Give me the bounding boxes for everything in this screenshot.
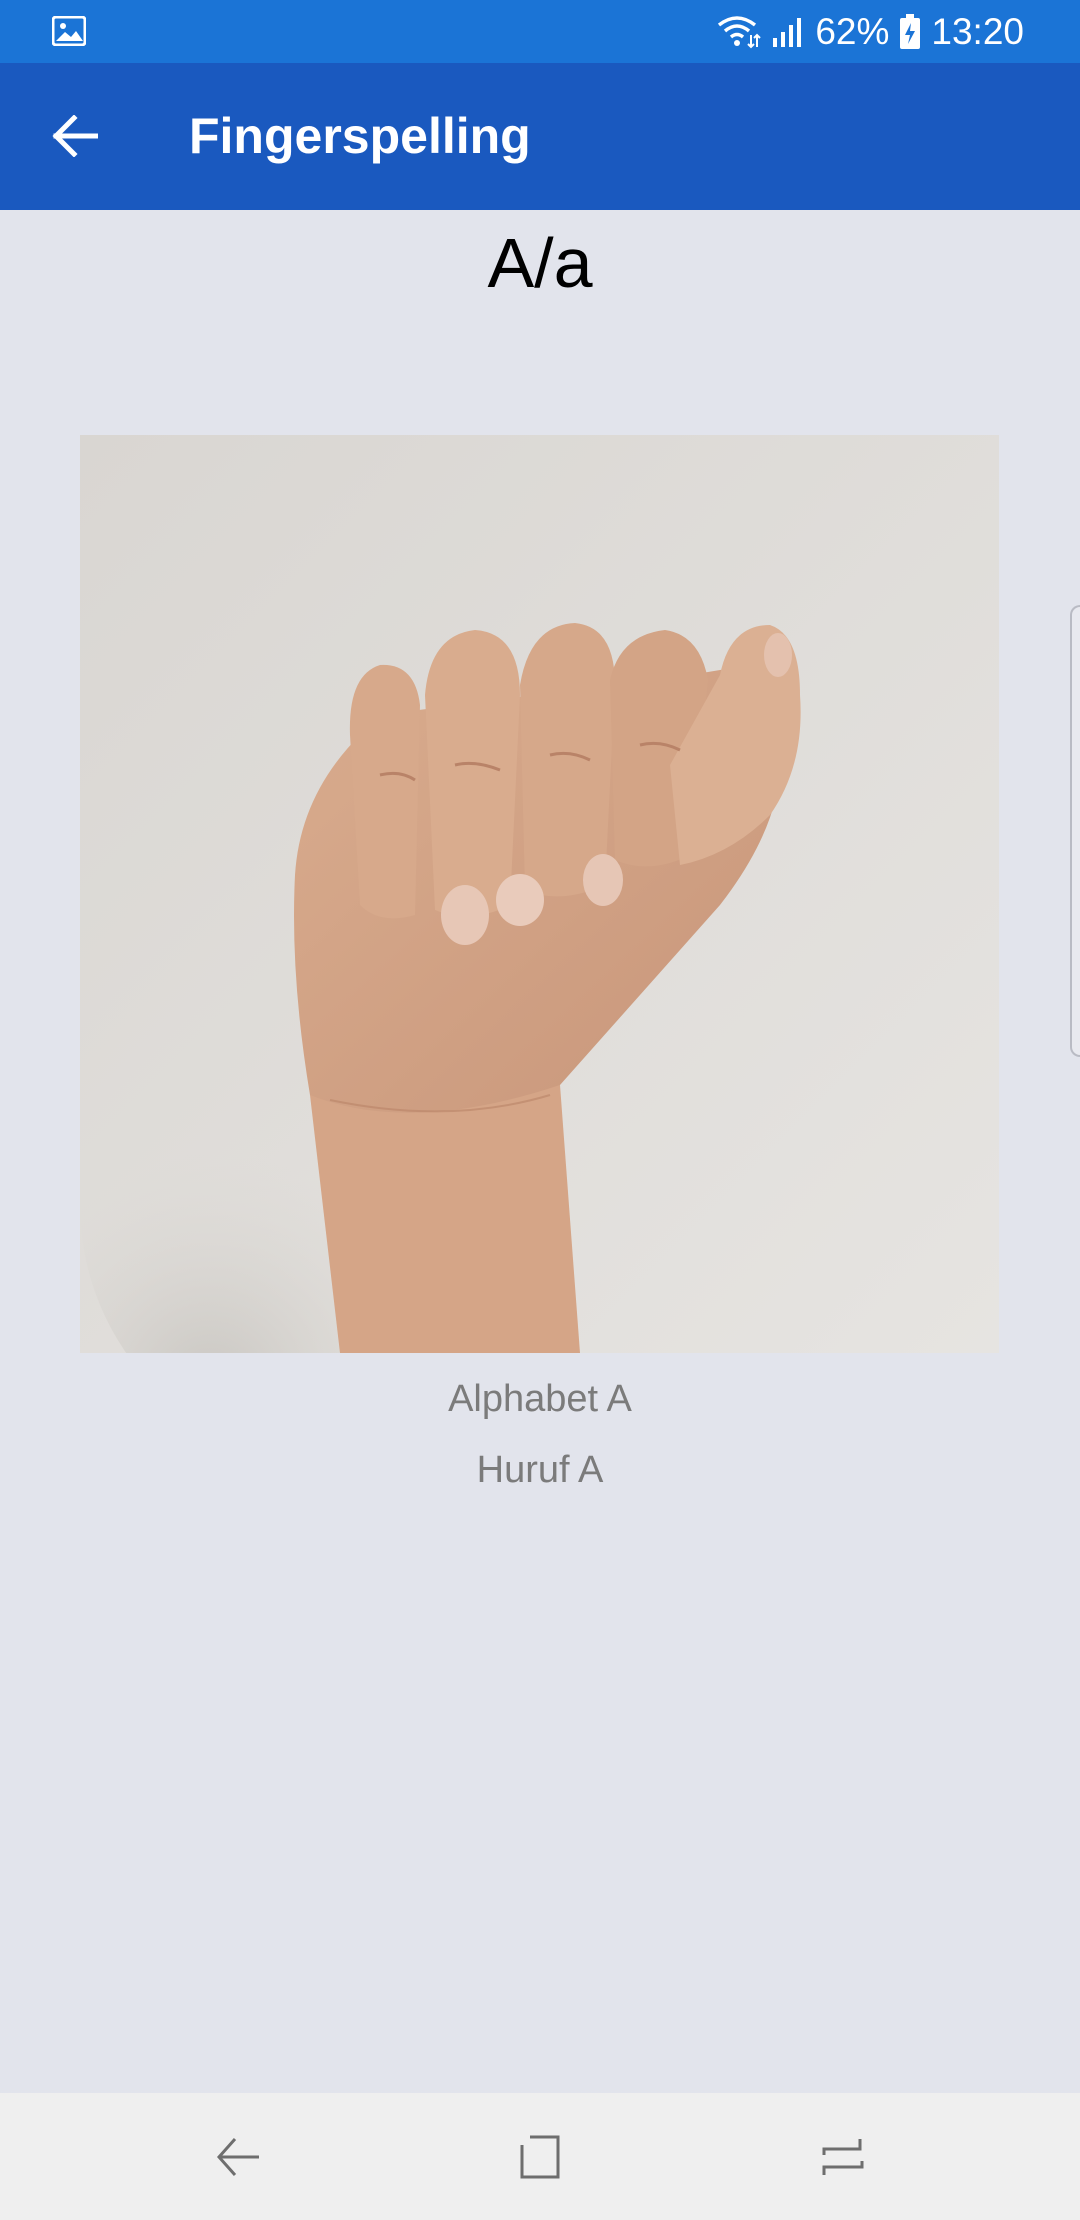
page-title: Fingerspelling xyxy=(189,108,531,164)
arrow-left-icon xyxy=(52,115,98,157)
edge-panel-handle[interactable] xyxy=(1070,605,1080,1057)
back-button[interactable] xyxy=(30,91,120,181)
status-indicators: 62% 13:20 xyxy=(717,0,1024,63)
nav-recents-button[interactable] xyxy=(798,2117,888,2197)
navigation-bar xyxy=(0,2093,1080,2220)
wifi-icon xyxy=(718,15,762,48)
signal-icon xyxy=(773,17,802,47)
letter-heading: A/a xyxy=(487,224,593,302)
hand-sign-illustration xyxy=(80,435,999,1353)
home-icon xyxy=(520,2135,560,2179)
caption-malay: Huruf A xyxy=(476,1449,604,1491)
back-icon xyxy=(216,2138,259,2176)
nav-home-button[interactable] xyxy=(495,2117,585,2197)
app-bar: Fingerspelling xyxy=(0,63,1080,210)
nav-back-button[interactable] xyxy=(193,2117,283,2197)
status-bar: 62% 13:20 xyxy=(0,0,1080,63)
screen: 62% 13:20 Fingerspelling A/a Alphabet A … xyxy=(0,0,1080,2220)
hand-sign-image xyxy=(80,435,999,1353)
clock: 13:20 xyxy=(931,11,1024,52)
gallery-notification-icon xyxy=(52,16,86,46)
battery-charging-icon xyxy=(900,13,921,49)
battery-percentage: 62% xyxy=(815,11,890,52)
recents-icon xyxy=(822,2139,864,2175)
caption-english: Alphabet A xyxy=(448,1378,632,1420)
